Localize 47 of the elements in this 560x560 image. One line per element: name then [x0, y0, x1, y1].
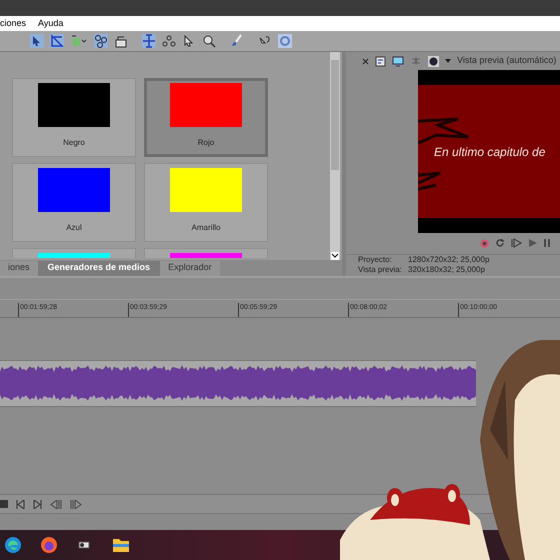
generator-tile[interactable]: Negro — [12, 78, 136, 157]
pointer-icon[interactable] — [182, 34, 196, 48]
zoom-icon[interactable] — [202, 34, 216, 48]
info-value: 320x180x32; 25,000p — [408, 265, 485, 275]
folder-icon[interactable] — [112, 537, 130, 553]
triangle-icon[interactable] — [50, 34, 64, 48]
tab[interactable]: iones — [0, 261, 38, 276]
color-swatch — [38, 83, 110, 127]
loop-icon[interactable] — [495, 238, 505, 248]
record-icon[interactable] — [480, 238, 489, 248]
nodes-icon[interactable] — [94, 34, 108, 48]
edge-icon[interactable] — [4, 536, 22, 554]
tile-label: Amarillo — [192, 222, 220, 234]
info-label: Vista previa: — [358, 265, 403, 275]
generator-tile[interactable]: Azul — [12, 163, 136, 242]
next-frame-icon[interactable] — [70, 500, 82, 508]
properties-icon[interactable] — [375, 56, 386, 66]
pause-icon[interactable] — [544, 238, 550, 248]
pointer-icon[interactable] — [30, 34, 44, 48]
chevron-down-icon[interactable] — [331, 252, 339, 260]
tile-label: Negro — [63, 137, 85, 149]
tab[interactable]: Generadores de medios — [38, 261, 160, 276]
cursor-icon[interactable] — [142, 34, 156, 48]
preview-mode-label[interactable]: Vista previa (automático) — [457, 54, 556, 68]
info-label: Proyecto: — [358, 255, 393, 265]
color-swatch — [170, 83, 242, 127]
caret-icon[interactable] — [445, 59, 451, 63]
scrollbar[interactable] — [330, 52, 340, 260]
menu-item[interactable]: Ayuda — [38, 16, 64, 30]
brush-icon[interactable] — [230, 34, 244, 48]
firefox-icon[interactable] — [40, 536, 58, 554]
previous-icon[interactable] — [16, 500, 25, 508]
next-icon[interactable] — [33, 500, 42, 508]
tab[interactable]: Explorador — [160, 261, 220, 276]
play-from-start-icon[interactable] — [511, 238, 522, 248]
generator-tile[interactable]: Amarillo — [144, 163, 268, 242]
generator-tile[interactable]: Rojo — [144, 78, 268, 157]
color-swatch — [38, 168, 110, 212]
video-caption: En ultimo capitulo de — [434, 144, 546, 160]
tile-label: Rojo — [198, 137, 214, 149]
menu-item[interactable]: ciones — [0, 16, 26, 30]
monitor-icon[interactable] — [392, 56, 404, 66]
previous-frame-icon[interactable] — [50, 500, 62, 508]
info-value: 1280x720x32; 25,000p — [408, 255, 490, 265]
close-icon[interactable] — [362, 58, 369, 64]
color-swatch — [170, 168, 242, 212]
tile-label: Azul — [66, 222, 82, 234]
